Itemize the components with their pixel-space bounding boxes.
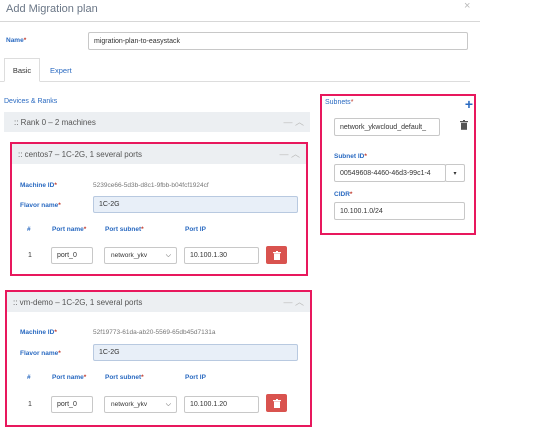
subnets-section-label: Subnets* — [325, 99, 354, 106]
delete-port-button[interactable] — [266, 394, 287, 412]
subnet-id-dropdown[interactable]: ▾ — [445, 164, 465, 182]
port-name-value: port_0 — [57, 401, 77, 408]
machine-header[interactable]: :: vm-demo – 1C-2G, 1 several ports — ︿ — [7, 292, 310, 312]
trash-icon — [272, 398, 281, 408]
chevron-down-icon: ⌵ — [165, 401, 171, 408]
port-name-input[interactable]: port_0 — [51, 247, 93, 264]
devices-section-label: Devices & Ranks — [4, 98, 58, 105]
rank-header[interactable]: :: Rank 0 – 2 machines — ︿ — [4, 112, 310, 132]
dialog-title: Add Migration plan — [6, 3, 98, 15]
port-subnet-value: network_ykv — [111, 401, 148, 408]
machine-header-label: :: centos7 – 1C-2G, 1 several ports — [18, 149, 143, 159]
machine-id-label: Machine ID* — [20, 329, 57, 336]
machine-id-label: Machine ID* — [20, 182, 57, 189]
port-row-index: 1 — [28, 401, 32, 408]
col-port-ip: Port IP — [185, 374, 206, 381]
subnets-panel: Subnets* + network_ykwcloud_default_ Sub… — [320, 94, 476, 235]
cidr-value: 10.100.1.0/24 — [340, 207, 383, 215]
flavor-input[interactable]: 1C-2G — [93, 196, 298, 213]
machine-controls[interactable]: — ︿ — [283, 295, 304, 308]
plan-name-input[interactable]: migration-plan-to-easystack — [88, 32, 468, 50]
subnet-id-value: 00549608-4460-46d3-99c1-4 — [340, 169, 431, 177]
col-num: # — [27, 374, 31, 381]
add-subnet-icon[interactable]: + — [465, 96, 473, 112]
header-divider — [0, 21, 480, 22]
plan-name-label: Name* — [6, 37, 27, 44]
flavor-value: 1C-2G — [99, 349, 120, 356]
port-ip-value: 10.100.1.30 — [190, 252, 227, 259]
flavor-label: Flavor name* — [20, 350, 61, 357]
col-port-name: Port name* — [52, 226, 87, 233]
chevron-down-icon: ⌵ — [165, 252, 171, 259]
rank-controls[interactable]: — ︿ — [283, 115, 304, 128]
subnet-name-value: network_ykwcloud_default_ — [340, 123, 426, 131]
tab-basic-label: Basic — [12, 65, 32, 75]
tab-expert-label: Expert — [50, 65, 72, 75]
close-icon[interactable]: × — [464, 0, 470, 12]
col-port-subnet: Port subnet* — [105, 226, 144, 233]
machine-id-value: 52f19773-61da-ab20-5569-65db45d7131a — [93, 329, 216, 336]
tab-expert[interactable]: Expert — [50, 58, 72, 82]
port-subnet-select[interactable]: network_ykv ⌵ — [104, 396, 177, 413]
cidr-input[interactable]: 10.100.1.0/24 — [334, 202, 465, 220]
port-name-value: port_0 — [57, 252, 77, 259]
rank-label: :: Rank 0 – 2 machines — [14, 117, 96, 127]
subnet-name-input[interactable]: network_ykwcloud_default_ — [334, 118, 440, 136]
flavor-value: 1C-2G — [99, 201, 120, 208]
machine-header[interactable]: :: centos7 – 1C-2G, 1 several ports — ︿ — [12, 144, 306, 164]
port-subnet-select[interactable]: network_ykv ⌵ — [104, 247, 177, 264]
flavor-label: Flavor name* — [20, 202, 61, 209]
machine-panel-vm-demo: :: vm-demo – 1C-2G, 1 several ports — ︿ … — [5, 290, 312, 427]
col-port-name: Port name* — [52, 374, 87, 381]
machine-panel-centos7: :: centos7 – 1C-2G, 1 several ports — ︿ … — [10, 142, 308, 276]
trash-icon — [272, 250, 281, 260]
flavor-input[interactable]: 1C-2G — [93, 344, 298, 361]
port-ip-value: 10.100.1.20 — [190, 401, 227, 408]
col-num: # — [27, 226, 31, 233]
port-name-input[interactable]: port_0 — [51, 396, 93, 413]
caret-down-icon: ▾ — [453, 170, 457, 177]
port-ip-input[interactable]: 10.100.1.20 — [184, 396, 259, 413]
port-ip-input[interactable]: 10.100.1.30 — [184, 247, 259, 264]
cidr-label: CIDR* — [334, 191, 353, 198]
tab-basic[interactable]: Basic — [4, 58, 40, 82]
col-port-subnet: Port subnet* — [105, 374, 144, 381]
machine-controls[interactable]: — ︿ — [279, 147, 300, 160]
port-row-index: 1 — [28, 252, 32, 259]
subnet-id-input[interactable]: 00549608-4460-46d3-99c1-4 — [334, 164, 446, 182]
machine-header-label: :: vm-demo – 1C-2G, 1 several ports — [13, 297, 143, 307]
machine-id-value: 5239ce66-5d3b-d8c1-9fbb-b04fcf1924cf — [93, 182, 209, 189]
delete-port-button[interactable] — [266, 246, 287, 264]
plan-name-value: migration-plan-to-easystack — [94, 37, 180, 45]
delete-subnet-icon[interactable] — [460, 120, 468, 133]
subnet-id-label: Subnet ID* — [334, 153, 367, 160]
port-subnet-value: network_ykv — [111, 252, 148, 259]
col-port-ip: Port IP — [185, 226, 206, 233]
